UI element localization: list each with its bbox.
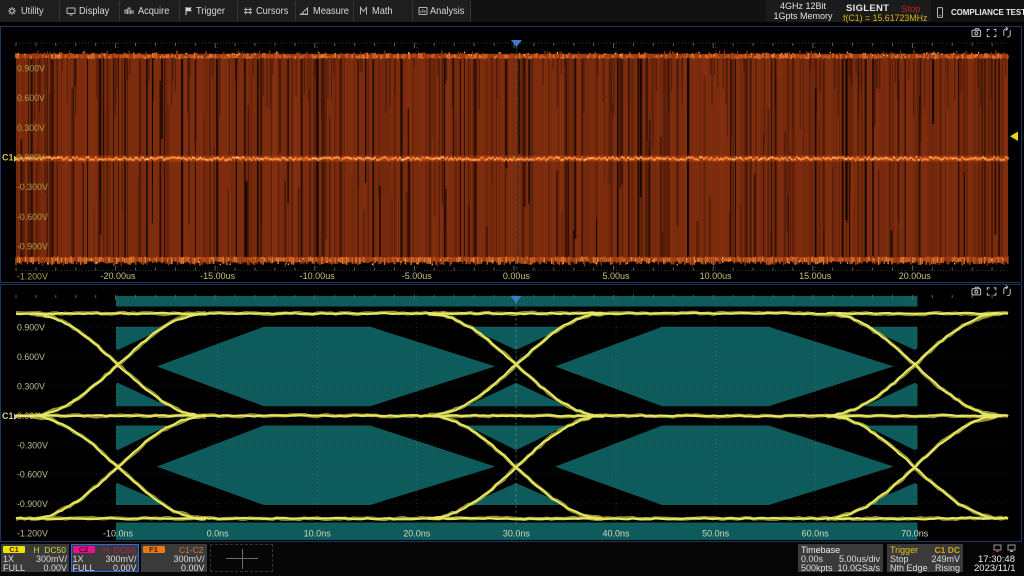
svg-text:50.0ns: 50.0ns [702, 529, 730, 539]
svg-text:-10.0ns: -10.0ns [103, 529, 134, 539]
svg-text:-0.600V: -0.600V [17, 470, 48, 480]
svg-text:10.00us: 10.00us [700, 271, 733, 281]
svg-text:5.00us: 5.00us [602, 271, 630, 281]
svg-text:-20.00us: -20.00us [100, 271, 136, 281]
svg-text:0.000V: 0.000V [17, 153, 45, 163]
svg-text:60.0ns: 60.0ns [802, 529, 830, 539]
svg-text:70.0ns: 70.0ns [901, 529, 929, 539]
svg-text:15.00us: 15.00us [799, 271, 832, 281]
svg-text:0.300V: 0.300V [17, 123, 45, 133]
svg-text:0.900V: 0.900V [17, 323, 45, 333]
svg-text:0.600V: 0.600V [17, 352, 45, 362]
svg-text:-0.900V: -0.900V [17, 499, 48, 509]
svg-text:-10.00us: -10.00us [300, 271, 336, 281]
svg-text:30.0ns: 30.0ns [503, 529, 531, 539]
svg-text:0.300V: 0.300V [17, 382, 45, 392]
svg-text:-15.00us: -15.00us [200, 271, 236, 281]
svg-text:40.0ns: 40.0ns [602, 529, 630, 539]
svg-text:C1: C1 [2, 411, 14, 421]
svg-text:20.00us: 20.00us [899, 271, 932, 281]
svg-text:0.600V: 0.600V [17, 93, 45, 103]
svg-text:20.0ns: 20.0ns [403, 529, 431, 539]
svg-text:-0.600V: -0.600V [17, 212, 48, 222]
svg-text:-1.200V: -1.200V [17, 529, 48, 539]
svg-text:-0.300V: -0.300V [17, 182, 48, 192]
svg-text:0.00us: 0.00us [503, 271, 531, 281]
svg-text:0.900V: 0.900V [17, 63, 45, 73]
svg-text:0.0ns: 0.0ns [207, 529, 230, 539]
svg-text:-5.00us: -5.00us [402, 271, 433, 281]
svg-text:-0.900V: -0.900V [17, 242, 48, 252]
svg-text:10.0ns: 10.0ns [304, 529, 332, 539]
svg-text:C1: C1 [2, 153, 14, 163]
svg-text:-0.300V: -0.300V [17, 440, 48, 450]
svg-text:-1.200V: -1.200V [17, 271, 48, 281]
